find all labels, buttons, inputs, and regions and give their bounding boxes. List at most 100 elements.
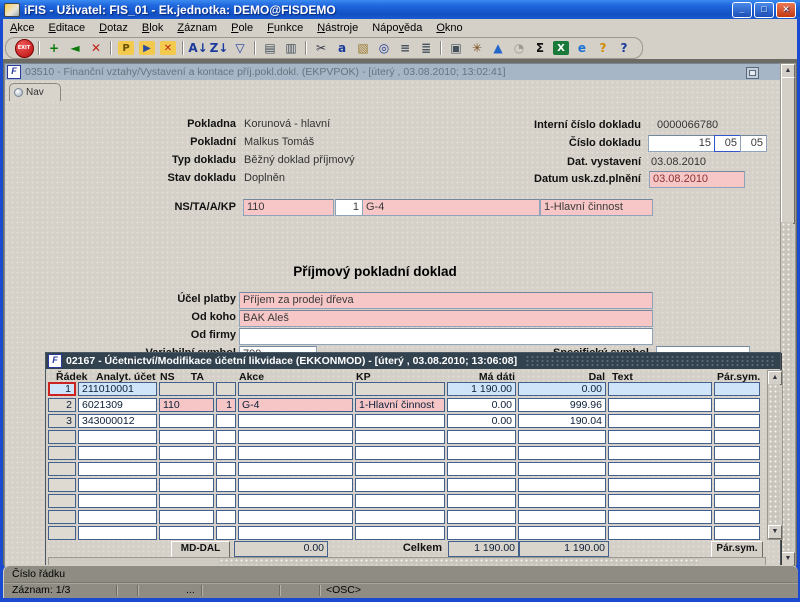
cell-text-row7[interactable]	[608, 478, 712, 492]
form-window-titlebar[interactable]: F 03510 - Finanční vztahy/Vystavení a ko…	[5, 64, 781, 80]
cell-ns-row9[interactable]	[159, 510, 214, 524]
cell-parsym-row3[interactable]	[714, 414, 760, 428]
cell-md-row6[interactable]	[447, 462, 516, 476]
search-icon[interactable]: ◎	[374, 39, 394, 57]
ta-field[interactable]: 1	[335, 199, 363, 216]
cell-text-row6[interactable]	[608, 462, 712, 476]
user-help-icon[interactable]: ?	[593, 39, 613, 57]
kp-field[interactable]: 1-Hlavní činnost	[540, 199, 653, 216]
sum-icon[interactable]: Σ	[530, 39, 550, 57]
cell-kp-row7[interactable]	[355, 478, 445, 492]
cell-dal-row9[interactable]	[518, 510, 606, 524]
execute-query-icon[interactable]: ▶	[137, 39, 157, 57]
menu-item-nápověda[interactable]: Nápověda	[365, 20, 429, 36]
cell-ns-row1[interactable]	[159, 382, 214, 396]
ns-field[interactable]: 110	[243, 199, 334, 216]
cell-ns-row4[interactable]	[159, 430, 214, 444]
cell-text-row3[interactable]	[608, 414, 712, 428]
cislo-dokladu-field-2[interactable]: 05	[714, 135, 741, 152]
tab-nav[interactable]: Nav	[9, 83, 61, 101]
menu-item-akce[interactable]: Akce	[3, 20, 41, 36]
cell-text-row4[interactable]	[608, 430, 712, 444]
browser-icon[interactable]: e	[572, 39, 592, 57]
payment-field[interactable]: Příjem za prodej dřeva	[239, 292, 653, 309]
cell-ta-row9[interactable]	[216, 510, 236, 524]
menu-item-dotaz[interactable]: Dotaz	[92, 20, 135, 36]
cell-analyt-row1[interactable]: 211010001	[78, 382, 157, 396]
paste-icon[interactable]: ▧	[353, 39, 373, 57]
cell-akce-row2[interactable]: G-4	[238, 398, 353, 412]
cell-text-row1[interactable]	[608, 382, 712, 396]
cell-ns-row3[interactable]	[159, 414, 214, 428]
cislo-dokladu-field-3[interactable]: 05	[740, 135, 767, 152]
scrollbar-track[interactable]	[768, 384, 780, 524]
cell-ns-row5[interactable]	[159, 446, 214, 460]
cell-parsym-row8[interactable]	[714, 494, 760, 508]
cell-parsym-row2[interactable]	[714, 398, 760, 412]
cell-akce-row9[interactable]	[238, 510, 353, 524]
cell-ns-row2[interactable]: 110	[159, 398, 214, 412]
cell-parsym-row10[interactable]	[714, 526, 760, 540]
overlay-titlebar[interactable]: F 02167 - Účetnictví/Modifikace účetní l…	[46, 353, 780, 369]
cell-parsym-row5[interactable]	[714, 446, 760, 460]
cell-akce-row5[interactable]	[238, 446, 353, 460]
sort-ascending-icon[interactable]: A↓	[188, 39, 208, 57]
cell-ta-row4[interactable]	[216, 430, 236, 444]
list-of-values-icon[interactable]: ≡	[395, 39, 415, 57]
clock-icon[interactable]: ◔	[509, 39, 529, 57]
cell-dal-row10[interactable]	[518, 526, 606, 540]
cell-md-row7[interactable]	[447, 478, 516, 492]
cell-radek-row3[interactable]: 3	[48, 414, 76, 428]
cell-text-row5[interactable]	[608, 446, 712, 460]
cell-kp-row10[interactable]	[355, 526, 445, 540]
cell-akce-row7[interactable]	[238, 478, 353, 492]
cislo-dokladu-field-1[interactable]: 15	[648, 135, 715, 152]
help-icon[interactable]: ?	[614, 39, 634, 57]
close-button[interactable]: ✕	[776, 2, 796, 18]
cell-dal-row7[interactable]	[518, 478, 606, 492]
cell-ta-row6[interactable]	[216, 462, 236, 476]
cell-md-row5[interactable]	[447, 446, 516, 460]
menu-item-blok[interactable]: Blok	[135, 20, 170, 36]
cell-dal-row5[interactable]	[518, 446, 606, 460]
cell-kp-row9[interactable]	[355, 510, 445, 524]
cell-radek-row8[interactable]	[48, 494, 76, 508]
cell-ta-row5[interactable]	[216, 446, 236, 460]
cell-md-row8[interactable]	[447, 494, 516, 508]
cell-dal-row4[interactable]	[518, 430, 606, 444]
enter-query-icon[interactable]: P	[116, 39, 136, 57]
cell-kp-row2[interactable]: 1-Hlavní činnost	[355, 398, 445, 412]
copy-icon[interactable]: a	[332, 39, 352, 57]
cell-ns-row10[interactable]	[159, 526, 214, 540]
scroll-down-icon[interactable]: ▼	[768, 525, 782, 539]
cell-parsym-row9[interactable]	[714, 510, 760, 524]
cell-md-row2[interactable]: 0.00	[447, 398, 516, 412]
cell-analyt-row8[interactable]	[78, 494, 157, 508]
cell-ta-row1[interactable]	[216, 382, 236, 396]
sort-descending-icon[interactable]: Z↓	[209, 39, 229, 57]
cell-kp-row8[interactable]	[355, 494, 445, 508]
app-titlebar[interactable]: iFIS - Uživatel: FIS_01 - Ek.jednotka: D…	[0, 0, 800, 19]
cell-parsym-row6[interactable]	[714, 462, 760, 476]
cell-akce-row3[interactable]	[238, 414, 353, 428]
cell-radek-row2[interactable]: 2	[48, 398, 76, 412]
print-icon[interactable]: ▤	[260, 39, 280, 57]
cell-analyt-row9[interactable]	[78, 510, 157, 524]
exit-icon[interactable]: EXIT	[14, 39, 34, 57]
helm-icon[interactable]: ✳	[467, 39, 487, 57]
restore-window-icon[interactable]	[746, 67, 759, 79]
menu-item-záznam[interactable]: Záznam	[170, 20, 224, 36]
scroll-up-icon[interactable]: ▲	[768, 371, 782, 385]
cell-analyt-row6[interactable]	[78, 462, 157, 476]
cell-md-row4[interactable]	[447, 430, 516, 444]
cell-ta-row3[interactable]	[216, 414, 236, 428]
cut-icon[interactable]: ✂	[311, 39, 331, 57]
cell-parsym-row7[interactable]	[714, 478, 760, 492]
cell-text-row2[interactable]	[608, 398, 712, 412]
menu-item-nástroje[interactable]: Nástroje	[310, 20, 365, 36]
cell-ns-row8[interactable]	[159, 494, 214, 508]
cell-kp-row6[interactable]	[355, 462, 445, 476]
cell-radek-row6[interactable]	[48, 462, 76, 476]
new-window-icon[interactable]: ▣	[446, 39, 466, 57]
menu-item-funkce[interactable]: Funkce	[260, 20, 310, 36]
